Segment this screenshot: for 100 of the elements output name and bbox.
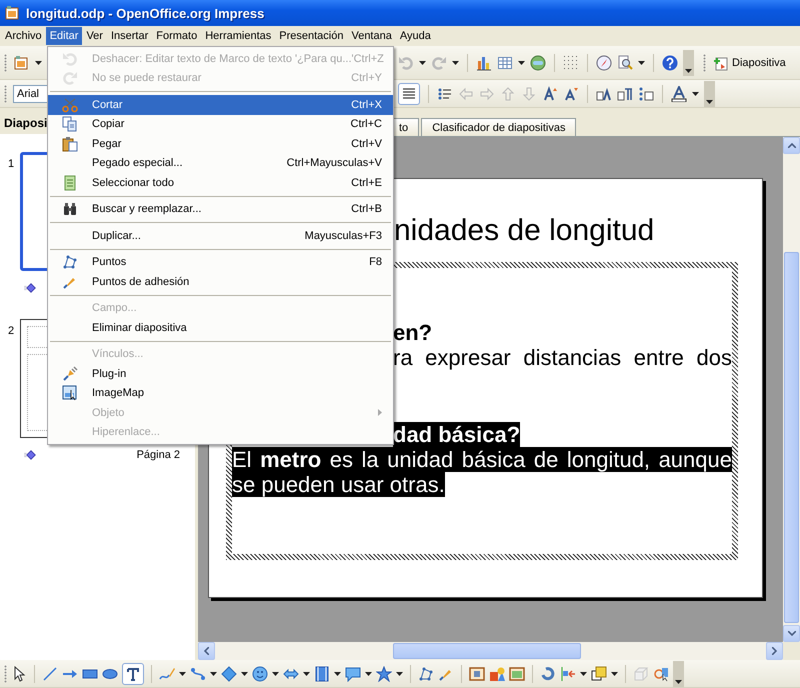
slide-text: se pueden usar otras.: [232, 472, 445, 497]
redo-icon: [62, 70, 78, 86]
menu-command[interactable]: Duplicar... Mayusculas+F3: [48, 226, 393, 246]
caret-icon[interactable]: [272, 672, 279, 676]
chevron-down-icon: [788, 631, 796, 636]
caret-icon[interactable]: [396, 672, 403, 676]
toggle-icon[interactable]: [653, 666, 669, 682]
menu-item[interactable]: Presentación: [275, 27, 348, 45]
vertical-scrollbar[interactable]: [783, 137, 800, 642]
caret-icon[interactable]: [611, 672, 618, 676]
text-tool-icon: [125, 666, 141, 682]
arrange-icon[interactable]: [591, 666, 607, 682]
scissors-icon: [62, 96, 78, 113]
menu-item[interactable]: Herramientas: [201, 27, 276, 45]
submenu-arrow-icon: [378, 409, 382, 416]
menu-command[interactable]: Buscar y reemplazar... Ctrl+B: [48, 200, 393, 219]
image-map-icon: [62, 385, 78, 402]
toolbar-overflow-button[interactable]: [704, 80, 715, 106]
caret-icon: [685, 68, 692, 72]
table-icon[interactable]: [497, 54, 513, 70]
toolbar-handle[interactable]: [703, 54, 706, 72]
flowchart-icon[interactable]: [314, 666, 330, 682]
menu-command[interactable]: Plug-in: [48, 364, 393, 384]
caret-icon[interactable]: [580, 672, 587, 676]
compass-icon[interactable]: [596, 54, 612, 70]
justify-button[interactable]: [398, 82, 420, 104]
caret-icon[interactable]: [35, 60, 42, 64]
caret-icon[interactable]: [303, 672, 310, 676]
scroll-right-button[interactable]: [766, 642, 783, 660]
menu-item[interactable]: Ayuda: [396, 27, 435, 45]
menu-item[interactable]: Ventana: [347, 27, 396, 45]
menu-item[interactable]: Ver: [82, 27, 107, 45]
menu-command[interactable]: Seleccionar todo Ctrl+E: [48, 173, 393, 192]
scroll-thumb[interactable]: [393, 643, 581, 659]
slide-number: 2: [7, 324, 16, 339]
shapes-icon[interactable]: [489, 666, 505, 682]
caret-icon[interactable]: [419, 60, 426, 64]
chevron-left-icon: [204, 647, 209, 655]
scroll-down-button[interactable]: [783, 625, 800, 642]
bar-chart-icon[interactable]: [476, 54, 492, 70]
slide-add-icon: [713, 54, 729, 70]
menu-item[interactable]: Editar: [46, 27, 82, 45]
slide-number: 1: [7, 157, 16, 172]
caret-icon[interactable]: [179, 672, 186, 676]
help-icon[interactable]: [662, 54, 678, 70]
chevron-right-icon: [772, 647, 777, 655]
image-frame-icon[interactable]: [509, 666, 525, 682]
new-slide-icon[interactable]: [13, 54, 29, 70]
horizontal-scrollbar[interactable]: [198, 642, 783, 660]
menu-command[interactable]: Pegado especial... Ctrl+Mayusculas+V: [48, 154, 393, 173]
window-title: longitud.odp - OpenOffice.org Impress: [26, 6, 264, 20]
caret-icon[interactable]: [241, 672, 248, 676]
menu-command[interactable]: Puntos F8: [48, 252, 393, 272]
scroll-left-button[interactable]: [198, 642, 215, 660]
font-color-icon[interactable]: [671, 86, 687, 102]
paragraph-icon[interactable]: [617, 86, 633, 102]
bullet-list-icon[interactable]: [437, 86, 453, 102]
menu-item[interactable]: Archivo: [1, 27, 46, 45]
toolbar-handle[interactable]: [4, 84, 7, 102]
scroll-thumb[interactable]: [784, 252, 799, 623]
chevron-up-icon: [788, 143, 796, 148]
caret-icon[interactable]: [334, 672, 341, 676]
font-grow-icon[interactable]: [542, 86, 558, 102]
font-shrink-icon[interactable]: [563, 86, 579, 102]
caret-icon[interactable]: [365, 672, 372, 676]
menu-command[interactable]: Puntos de adhesión: [48, 272, 393, 292]
scroll-up-button[interactable]: [783, 137, 800, 154]
copy-icon: [62, 116, 78, 132]
line-icon[interactable]: [42, 666, 58, 682]
smiley-icon[interactable]: [252, 666, 268, 682]
justify-icon: [401, 86, 417, 102]
zoom-icon[interactable]: [617, 54, 633, 70]
caret-icon[interactable]: [518, 60, 525, 64]
slide-text: ra expresar distancias entre dos: [393, 345, 732, 370]
paragraph-icon[interactable]: [638, 86, 654, 102]
points-icon[interactable]: [418, 666, 434, 682]
caret-icon[interactable]: [452, 60, 459, 64]
curve-icon[interactable]: [159, 666, 175, 682]
star-icon[interactable]: [376, 666, 392, 682]
toolbar-overflow-button[interactable]: [683, 50, 694, 76]
menu-item[interactable]: Formato: [152, 27, 202, 45]
paragraph-icon[interactable]: [596, 86, 612, 102]
menu-command[interactable]: Pegar Ctrl+V: [48, 134, 393, 154]
toolbar-handle[interactable]: [4, 664, 7, 682]
text-frame-icon[interactable]: [469, 666, 485, 682]
toolbar-handle[interactable]: [4, 54, 7, 72]
callout-icon[interactable]: [345, 666, 361, 682]
slide-button[interactable]: Diapositiva: [711, 52, 788, 72]
rotate-icon[interactable]: [540, 666, 556, 682]
diamond-icon[interactable]: [221, 666, 237, 682]
menu-command[interactable]: Cortar Ctrl+X: [48, 95, 393, 114]
caret-icon[interactable]: [638, 60, 645, 64]
connector-icon[interactable]: [190, 666, 206, 682]
caret-icon[interactable]: [210, 672, 217, 676]
view-tab[interactable]: Clasificador de diapositivas: [421, 118, 576, 136]
menu-command[interactable]: ImageMap: [48, 384, 393, 403]
toolbar-overflow-button[interactable]: [673, 660, 684, 686]
menu-item[interactable]: Insertar: [106, 27, 152, 45]
text-tool-button[interactable]: [122, 662, 144, 684]
menu-command[interactable]: Eliminar diapositiva: [48, 318, 393, 338]
